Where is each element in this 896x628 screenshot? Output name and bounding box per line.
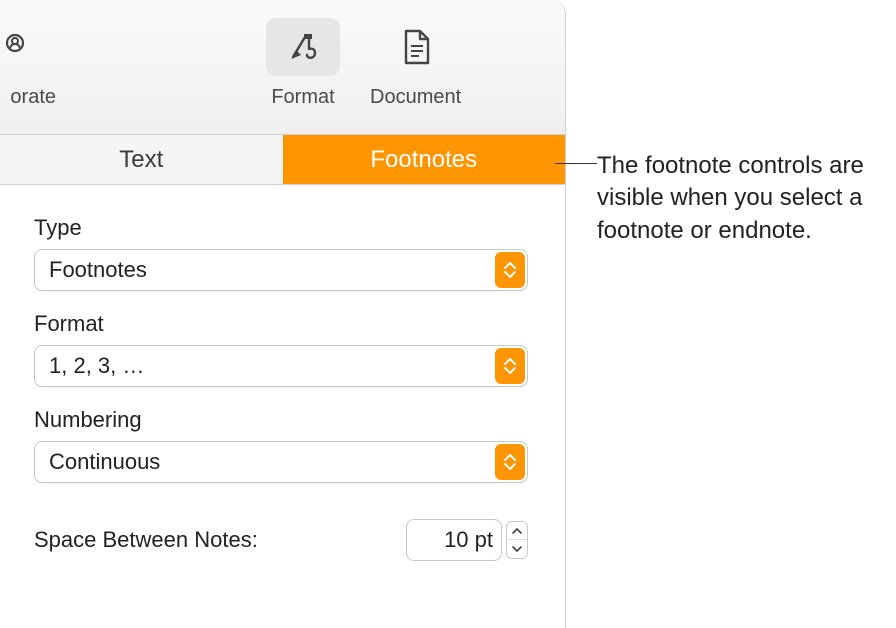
inspector-panel: orate Format D bbox=[0, 0, 566, 628]
toolbar-item-format[interactable]: Format bbox=[266, 18, 340, 109]
toolbar-label-document: Document bbox=[370, 86, 461, 109]
tab-bar: Text Footnotes bbox=[0, 135, 565, 185]
format-popup[interactable]: 1, 2, 3, … bbox=[34, 345, 528, 387]
toolbar-label-partial: orate bbox=[10, 86, 56, 109]
toolbar-item-document[interactable]: Document bbox=[370, 18, 461, 109]
stepper-down[interactable] bbox=[507, 540, 527, 558]
callout-leader-line bbox=[555, 163, 597, 164]
stepper-up[interactable] bbox=[507, 522, 527, 540]
toolbar: orate Format D bbox=[0, 0, 565, 135]
tab-footnotes[interactable]: Footnotes bbox=[283, 135, 566, 184]
space-value: 10 pt bbox=[444, 527, 493, 553]
type-value: Footnotes bbox=[49, 257, 147, 283]
format-value: 1, 2, 3, … bbox=[49, 353, 144, 379]
format-icon bbox=[266, 18, 340, 76]
popup-stepper-icon bbox=[495, 444, 525, 480]
type-label: Type bbox=[34, 215, 531, 241]
document-icon bbox=[379, 18, 453, 76]
format-label: Format bbox=[34, 311, 531, 337]
popup-stepper-icon bbox=[495, 348, 525, 384]
space-label: Space Between Notes: bbox=[34, 527, 258, 553]
tab-text[interactable]: Text bbox=[0, 135, 283, 184]
type-popup[interactable]: Footnotes bbox=[34, 249, 528, 291]
footnote-controls: Type Footnotes Format 1, 2, 3, … Numberi… bbox=[0, 185, 565, 591]
popup-stepper-icon bbox=[495, 252, 525, 288]
toolbar-label-format: Format bbox=[271, 86, 334, 109]
numbering-label: Numbering bbox=[34, 407, 531, 433]
callout-text: The footnote controls are visible when y… bbox=[597, 150, 889, 247]
toolbar-item-partial[interactable]: orate bbox=[0, 18, 56, 109]
numbering-value: Continuous bbox=[49, 449, 160, 475]
space-stepper bbox=[506, 521, 528, 559]
space-input[interactable]: 10 pt bbox=[406, 519, 502, 561]
collaborate-icon bbox=[0, 18, 56, 76]
numbering-popup[interactable]: Continuous bbox=[34, 441, 528, 483]
